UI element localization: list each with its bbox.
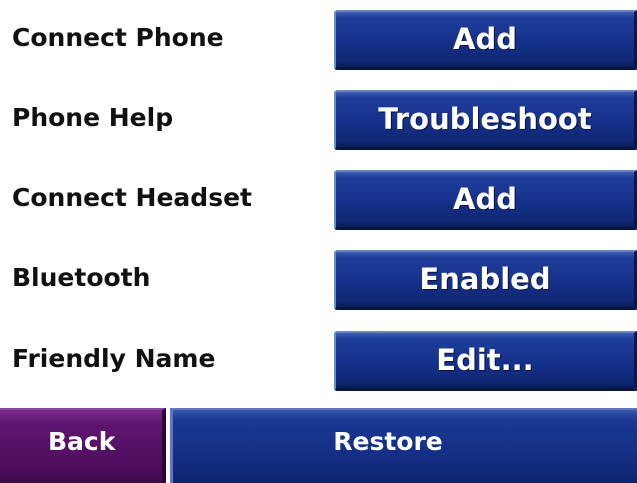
bluetooth-enabled-button[interactable]: Enabled bbox=[334, 250, 637, 310]
friendly-name-edit-button[interactable]: Edit... bbox=[334, 331, 637, 391]
phone-help-label: Phone Help bbox=[12, 103, 174, 132]
connect-phone-label: Connect Phone bbox=[12, 23, 224, 52]
connect-headset-label: Connect Headset bbox=[12, 183, 252, 212]
back-button[interactable]: Back bbox=[0, 408, 166, 483]
settings-row-connect-phone: Connect Phone Add bbox=[0, 6, 637, 70]
connect-phone-add-button[interactable]: Add bbox=[334, 10, 637, 70]
bottom-toolbar: Back Restore bbox=[0, 405, 637, 483]
bluetooth-settings-list: Connect Phone Add Phone Help Troubleshoo… bbox=[0, 0, 637, 405]
troubleshoot-button[interactable]: Troubleshoot bbox=[334, 90, 637, 150]
settings-row-friendly-name: Friendly Name Edit... bbox=[0, 327, 637, 391]
friendly-name-label: Friendly Name bbox=[12, 344, 216, 373]
restore-button[interactable]: Restore bbox=[170, 408, 637, 483]
settings-row-connect-headset: Connect Headset Add bbox=[0, 166, 637, 230]
settings-row-bluetooth: Bluetooth Enabled bbox=[0, 246, 637, 310]
bluetooth-label: Bluetooth bbox=[12, 263, 151, 292]
settings-row-phone-help: Phone Help Troubleshoot bbox=[0, 86, 637, 150]
connect-headset-add-button[interactable]: Add bbox=[334, 170, 637, 230]
